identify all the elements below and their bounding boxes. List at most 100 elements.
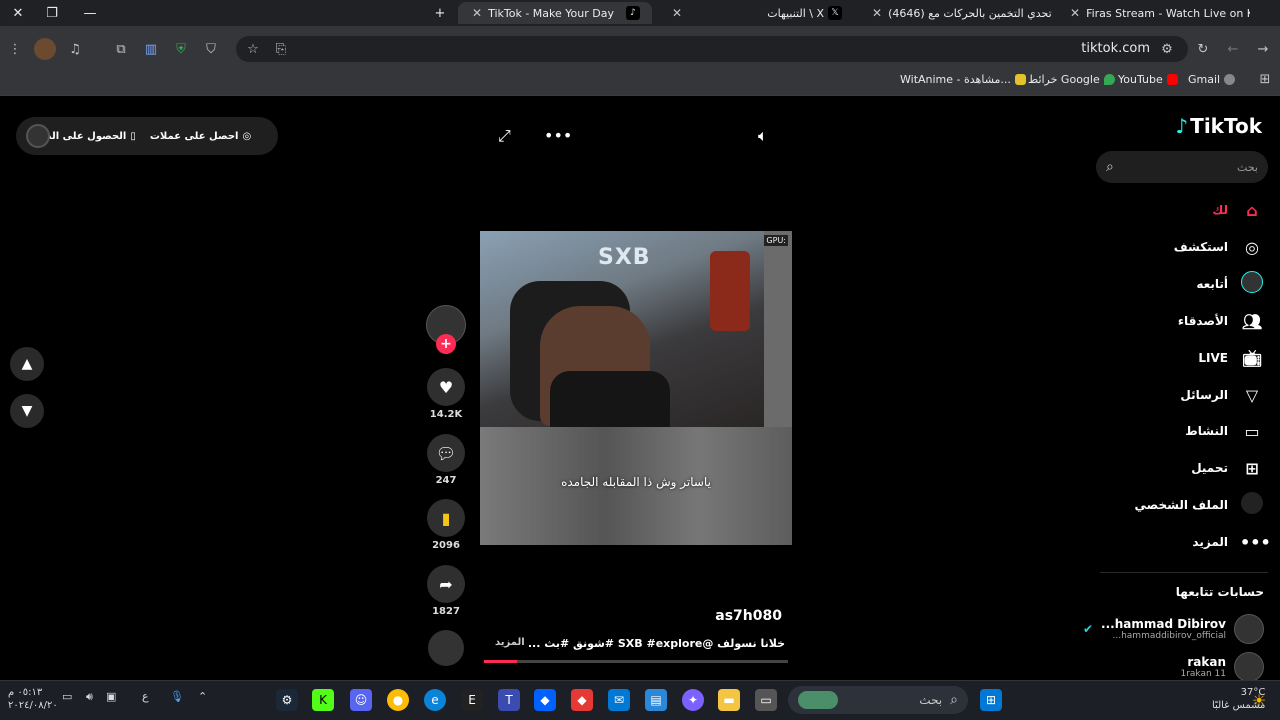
video-brand-logo: SXB [598, 245, 651, 270]
music-disc-avatar[interactable] [428, 630, 464, 666]
video-scene-shirt [550, 371, 670, 427]
file-explorer-icon[interactable]: ▬ [718, 689, 740, 711]
close-tab-icon[interactable]: ✕ [1070, 6, 1080, 20]
url-text[interactable]: tiktok.com [1081, 41, 1150, 56]
teams-icon[interactable]: T [498, 689, 520, 711]
address-bar[interactable] [236, 36, 1188, 62]
sidebar-item-more[interactable]: المزيد ••• [1192, 530, 1270, 554]
save-action[interactable]: ▮ 2096 [424, 499, 468, 551]
bookmark-label: Gmail [1188, 73, 1221, 86]
caption-more-button[interactable]: المزيد [495, 637, 525, 650]
reload-icon[interactable]: ↻ [1192, 38, 1214, 60]
bookmark-gmail[interactable]: Gmail [1188, 73, 1236, 86]
dropbox-icon[interactable]: ◆ [534, 689, 556, 711]
bookmark-youtube[interactable]: YouTube [1118, 73, 1178, 86]
following-avatar-icon [1240, 271, 1264, 297]
epic-games-icon[interactable]: E [461, 689, 483, 711]
bookmark-icon[interactable]: ▮ [427, 499, 465, 537]
microphone-icon[interactable]: 🎙︎ [170, 690, 184, 703]
following-account-item[interactable]: ✔ ...hammad Dibirov ...hammaddibirov_off… [1083, 614, 1264, 644]
sidebar-item-explore[interactable]: استكشف ◎ [1174, 235, 1264, 259]
translate-icon[interactable]: ⎘ [270, 38, 292, 60]
user-avatar[interactable] [26, 124, 50, 148]
video-username[interactable]: as7h080 [715, 608, 782, 624]
tiktok-logo[interactable]: ♪ TikTok [1175, 114, 1262, 138]
window-app-icon[interactable]: ▭ [755, 689, 777, 711]
restore-window-icon[interactable]: ❐ [34, 0, 70, 26]
tab-x-notifications[interactable]: ✕ التنبيهات \ X 𝕏 [658, 2, 854, 24]
close-tab-icon[interactable]: ✕ [672, 6, 682, 20]
close-window-icon[interactable]: ✕ [0, 0, 36, 26]
back-icon[interactable]: → [1252, 38, 1274, 60]
new-tab-icon[interactable]: + [422, 0, 458, 26]
bookmark-witanime[interactable]: WitAnime - مشاهدة... [900, 73, 1026, 86]
bookmark-star-icon[interactable]: ☆ [242, 38, 264, 60]
fullscreen-icon[interactable]: ⤢ [498, 126, 511, 146]
extension-icon[interactable]: ▥ [140, 38, 162, 60]
media-control-icon[interactable]: ♫ [64, 38, 86, 60]
outlook-icon[interactable]: ✉ [608, 689, 630, 711]
tab-tiktok[interactable]: ✕ TikTok - Make Your Day ♪ [458, 2, 652, 24]
previous-video-button[interactable]: ▲ [10, 347, 44, 381]
close-tab-icon[interactable]: ✕ [872, 6, 882, 20]
sidebar-item-messages[interactable]: الرسائل ▽ [1180, 383, 1264, 407]
weather-sun-icon: ☀ [1251, 690, 1267, 710]
speaker-icon[interactable]: 🔊︎ [86, 690, 93, 704]
heart-icon[interactable]: ♥ [427, 368, 465, 406]
adblock-shield-icon[interactable]: ⛨ [170, 38, 192, 60]
copilot-icon[interactable]: ✦ [682, 689, 704, 711]
minimize-window-icon[interactable]: — [72, 0, 108, 26]
volume-icon[interactable]: 🔈︎ [758, 126, 768, 146]
steam-icon[interactable]: ⚙ [276, 689, 298, 711]
share-action[interactable]: ➦ 1827 [424, 565, 468, 617]
tab-youtube[interactable]: ✕ (4646) تحدي التخمين بالحركات مع ▶ [858, 2, 1054, 24]
chrome-icon[interactable]: ● [387, 689, 409, 711]
sidebar-item-live[interactable]: LIVE 📺︎ [1198, 346, 1264, 370]
app-red-icon[interactable]: ◆ [571, 689, 593, 711]
like-action[interactable]: ♥ 14.2K [424, 368, 468, 420]
follow-plus-icon[interactable]: + [436, 334, 456, 354]
sidebar-item-friends[interactable]: الأصدقاء 👥︎ [1178, 309, 1264, 333]
taskbar-search-input[interactable]: ⌕ بحث [788, 686, 968, 714]
site-settings-icon[interactable]: ⚙ [1156, 38, 1178, 60]
input-language[interactable]: ع [142, 690, 149, 703]
search-input[interactable]: بحث ⌕ [1096, 151, 1268, 183]
search-icon[interactable]: ⌕ [1106, 159, 1114, 175]
comment-action[interactable]: 💬︎ 247 [424, 434, 468, 486]
apps-grid-icon[interactable]: ⊞ [1254, 68, 1276, 90]
tab-kick[interactable]: ✕ Firas Stream - Watch Live on Ki K [1056, 2, 1250, 24]
windows-start-icon[interactable]: ⊞ [980, 689, 1002, 711]
comment-icon[interactable]: 💬︎ [427, 434, 465, 472]
edge-icon[interactable]: e [424, 689, 446, 711]
menu-icon[interactable]: ⋮ [4, 38, 26, 60]
network-icon[interactable]: ▣ [106, 690, 116, 703]
sidebar-item-profile[interactable]: الملف الشخصي [1135, 492, 1264, 517]
bookmark-google-maps[interactable]: خرائط Google [1028, 73, 1115, 86]
chevron-down-icon: ▼ [21, 403, 33, 419]
taskbar-search-placeholder: بحث [919, 693, 943, 707]
sidebar-item-following[interactable]: أتابعه [1196, 271, 1264, 297]
taskbar-clock[interactable]: ٠٥:١٣ م ٢٠٢٤/٠٨/٢٠ [8, 686, 58, 712]
sidebar-item-label: LIVE [1198, 351, 1228, 365]
profile-avatar-icon[interactable] [34, 38, 56, 60]
privacy-shield-icon[interactable]: ⛉ [200, 38, 222, 60]
share-icon[interactable]: ➦ [427, 565, 465, 603]
following-account-item[interactable]: rakan 1rakan 11 [1180, 652, 1264, 682]
next-video-button[interactable]: ▼ [10, 394, 44, 428]
sidebar-item-for-you[interactable]: لك ⌂ [1212, 198, 1264, 222]
forward-icon[interactable]: ← [1222, 38, 1244, 60]
video-progress-bar[interactable] [484, 660, 788, 663]
close-tab-icon[interactable]: ✕ [472, 6, 482, 20]
store-icon[interactable]: ▤ [645, 689, 667, 711]
video-caption: خلانا نسولف @SXB #explore #شونق #بث ... [527, 637, 785, 650]
battery-icon[interactable]: ▭ [62, 690, 72, 703]
extensions-icon[interactable]: ⧉ [110, 38, 132, 60]
more-options-icon[interactable]: ••• [544, 126, 572, 145]
kick-app-icon[interactable]: K [312, 689, 334, 711]
sidebar-item-upload[interactable]: تحميل ⊞ [1191, 456, 1264, 480]
sidebar-item-activity[interactable]: النشاط ▭ [1185, 419, 1264, 443]
discord-icon[interactable]: ☺ [350, 689, 372, 711]
tray-overflow-icon[interactable]: ⌃ [198, 690, 207, 703]
get-coins-button[interactable]: ◎ احصل على عملات [150, 131, 251, 142]
video-player[interactable]: SXB GPU: ياساتر وش ذا المقابله الجامده [480, 231, 792, 545]
